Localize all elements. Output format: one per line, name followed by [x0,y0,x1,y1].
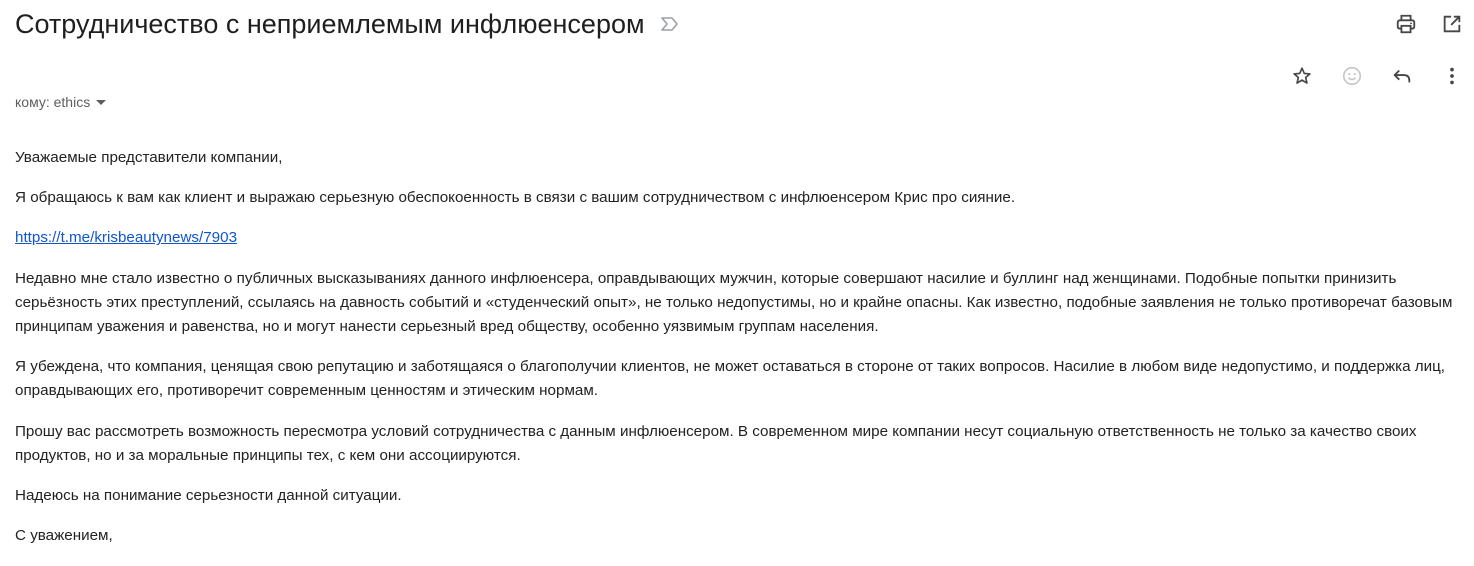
more-vertical-icon[interactable] [1436,60,1468,92]
body-paragraph-1: Я обращаюсь к вам как клиент и выражаю с… [15,189,1016,207]
message-actions [1286,60,1468,92]
star-icon[interactable] [1286,60,1318,92]
body-paragraph-2: Недавно мне стало известно о публичных в… [15,269,1453,336]
subject-row: Сотрудничество с неприемлемым инфлюенсер… [15,4,681,44]
body-paragraph-4: Прошу вас рассмотреть возможность пересм… [15,422,1417,464]
top-actions [1390,8,1468,40]
email-body: Уважаемые представители компании, Я обра… [15,146,1465,564]
reply-icon[interactable] [1386,60,1418,92]
emoji-reaction-icon[interactable] [1336,60,1368,92]
link-paragraph: https://t.me/krisbeautynews/7903 [15,226,1465,250]
label-important-icon[interactable] [659,13,681,35]
email-subject: Сотрудничество с неприемлемым инфлюенсер… [15,9,645,39]
recipient-label: кому: ethics [15,94,91,110]
recipient-details-dropdown[interactable] [96,99,107,105]
telegram-link[interactable]: https://t.me/krisbeautynews/7903 [15,229,237,246]
open-in-new-icon[interactable] [1436,8,1468,40]
recipient-row: кому: ethics [15,92,107,112]
closing: С уважением, [15,527,113,545]
body-paragraph-3: Я убеждена, что компания, ценящая свою р… [15,358,1446,400]
body-paragraph-5: Надеюсь на понимание серьезности данной … [15,487,402,505]
greeting: Уважаемые представители компании, [15,149,283,166]
print-icon[interactable] [1390,8,1422,40]
